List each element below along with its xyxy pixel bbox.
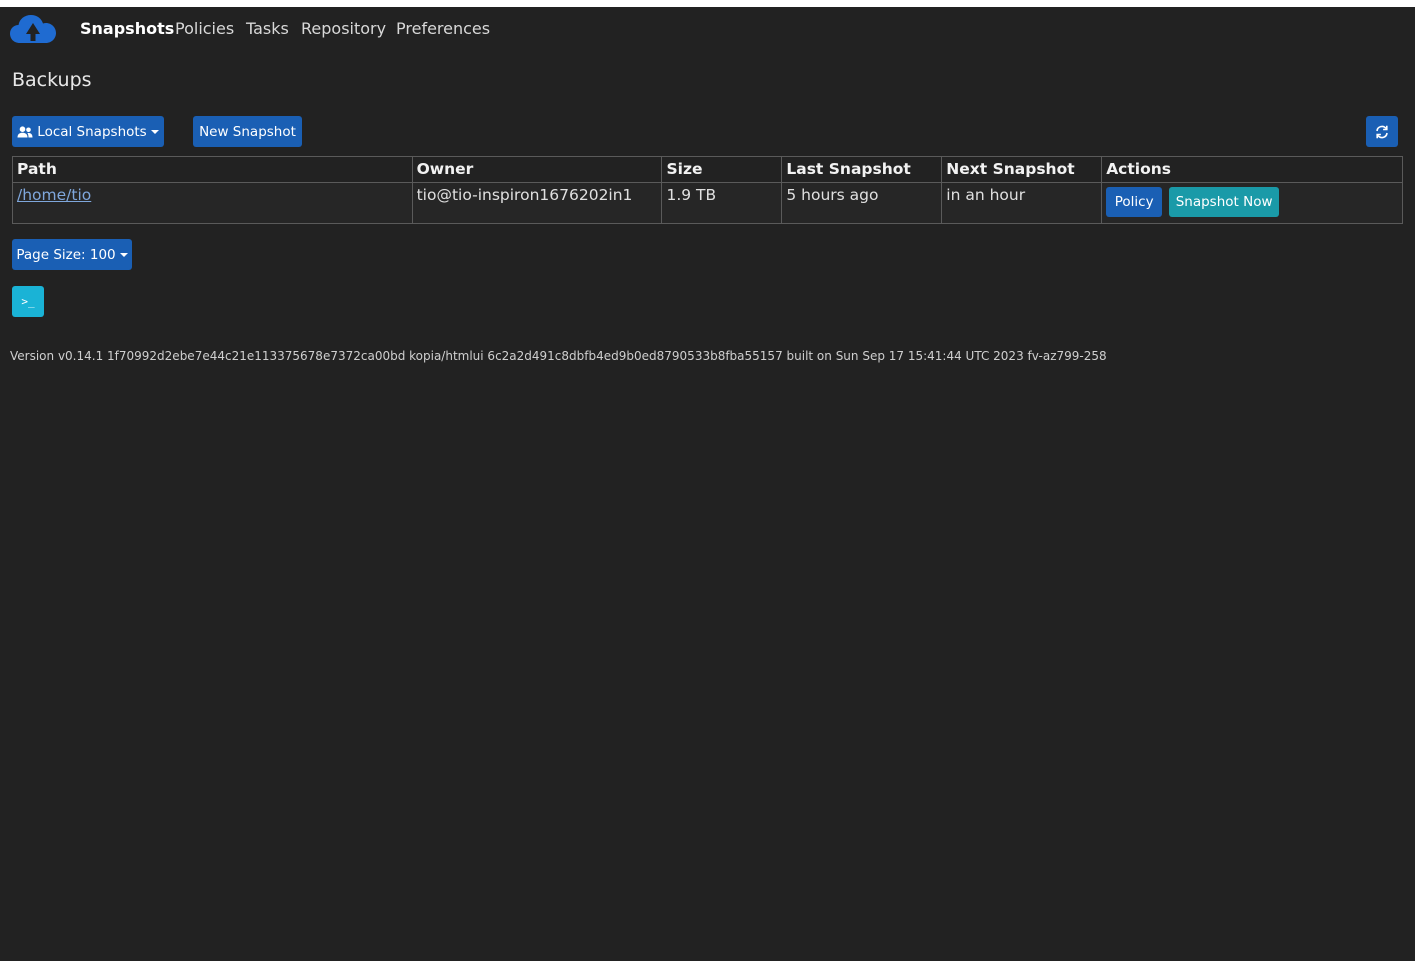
- navbar: Snapshots Policies Tasks Repository Pref…: [0, 7, 1415, 51]
- page-title: Backups: [12, 69, 92, 91]
- users-icon: [17, 125, 33, 137]
- nav-policies[interactable]: Policies: [175, 20, 234, 38]
- refresh-icon: [1376, 125, 1388, 138]
- app-window: Snapshots Policies Tasks Repository Pref…: [0, 7, 1415, 961]
- policy-button[interactable]: Policy: [1106, 187, 1163, 217]
- version-footer: Version v0.14.1 1f70992d2ebe7e44c21e1133…: [10, 349, 1107, 363]
- cell-size: 1.9 TB: [661, 182, 783, 224]
- column-header-size[interactable]: Size: [661, 156, 783, 183]
- page-size-label: Page Size: 100: [16, 246, 116, 263]
- cell-path: /home/tio: [12, 182, 413, 224]
- page-size-dropdown[interactable]: Page Size: 100: [12, 239, 132, 270]
- owner-dropdown-label: Local Snapshots: [37, 123, 147, 140]
- nav-preferences[interactable]: Preferences: [396, 20, 490, 38]
- terminal-icon: >_: [21, 294, 35, 308]
- column-header-actions: Actions: [1101, 156, 1403, 183]
- column-header-last-snapshot[interactable]: Last Snapshot: [781, 156, 943, 183]
- cell-next-snapshot: in an hour: [941, 182, 1103, 224]
- cloud-upload-icon[interactable]: [10, 14, 56, 44]
- column-header-owner[interactable]: Owner: [411, 156, 663, 183]
- owner-dropdown-button[interactable]: Local Snapshots: [12, 116, 164, 147]
- cell-last-snapshot: 5 hours ago: [781, 182, 943, 224]
- column-header-path[interactable]: Path: [12, 156, 413, 183]
- cell-owner: tio@tio-inspiron1676202in1: [411, 182, 663, 224]
- snapshots-table: Path Owner Size Last Snapshot Next Snaps…: [12, 156, 1403, 224]
- new-snapshot-button[interactable]: New Snapshot: [193, 116, 302, 147]
- column-header-next-snapshot[interactable]: Next Snapshot: [941, 156, 1103, 183]
- cell-actions: Policy Snapshot Now: [1101, 182, 1403, 224]
- chevron-down-icon: [150, 130, 159, 134]
- refresh-button[interactable]: [1366, 116, 1398, 147]
- snapshot-now-button[interactable]: Snapshot Now: [1169, 187, 1280, 217]
- chevron-down-icon: [119, 253, 128, 257]
- nav-tasks[interactable]: Tasks: [246, 20, 289, 38]
- nav-snapshots[interactable]: Snapshots: [80, 20, 174, 38]
- path-link[interactable]: /home/tio: [17, 186, 91, 204]
- nav-repository[interactable]: Repository: [301, 20, 386, 38]
- new-snapshot-label: New Snapshot: [199, 123, 296, 140]
- table-header-row: Path Owner Size Last Snapshot Next Snaps…: [12, 156, 1403, 183]
- table-row: /home/tio tio@tio-inspiron1676202in1 1.9…: [12, 182, 1403, 224]
- terminal-button[interactable]: >_: [12, 286, 44, 317]
